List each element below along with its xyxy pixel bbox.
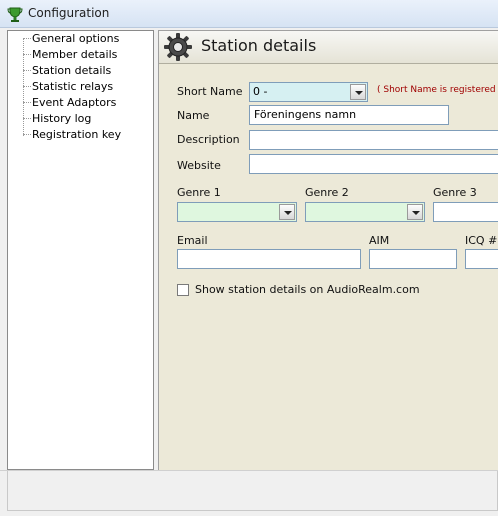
- trophy-icon: [7, 7, 23, 22]
- tree-item-event-adaptors[interactable]: Event Adaptors: [32, 96, 116, 109]
- short-name-combo[interactable]: 0 -: [249, 82, 368, 102]
- tree-item-member-details[interactable]: Member details: [32, 48, 117, 61]
- tree-branch: [23, 86, 31, 87]
- chevron-down-icon[interactable]: [350, 84, 366, 100]
- tree-branch: [23, 70, 31, 71]
- short-name-label: Short Name: [177, 85, 243, 98]
- tree-item-general-options[interactable]: General options: [32, 32, 119, 45]
- email-field[interactable]: [177, 249, 361, 269]
- chevron-down-icon[interactable]: [407, 204, 423, 220]
- tree-branch: [23, 102, 31, 103]
- icq-field[interactable]: [465, 249, 498, 269]
- genre1-label: Genre 1: [177, 186, 221, 199]
- description-field[interactable]: [249, 130, 498, 150]
- tree-item-history-log[interactable]: History log: [32, 112, 91, 125]
- tree-item-registration-key[interactable]: Registration key: [32, 128, 121, 141]
- genre3-label: Genre 3: [433, 186, 477, 199]
- tree-branch: [23, 38, 31, 39]
- name-field[interactable]: Föreningens namn: [249, 105, 449, 125]
- bottom-frame: [7, 471, 498, 511]
- navigation-tree: General options Member details Station d…: [7, 30, 154, 470]
- tree-item-station-details[interactable]: Station details: [32, 64, 111, 77]
- tree-branch: [23, 134, 31, 135]
- genre3-combo[interactable]: [433, 202, 498, 222]
- gear-icon: [164, 33, 192, 61]
- short-name-value: 0 -: [253, 85, 268, 98]
- bottom-bar: [0, 470, 498, 516]
- icq-label: ICQ #: [465, 234, 498, 247]
- show-details-checkbox[interactable]: [177, 284, 189, 296]
- genre1-combo[interactable]: [177, 202, 297, 222]
- panel-header: Station details: [159, 31, 498, 64]
- tree-branch: [23, 118, 31, 119]
- chevron-down-icon[interactable]: [279, 204, 295, 220]
- short-name-note: ( Short Name is registered at A: [377, 85, 498, 95]
- genre2-combo[interactable]: [305, 202, 425, 222]
- description-label: Description: [177, 133, 240, 146]
- show-details-label[interactable]: Show station details on AudioRealm.com: [195, 283, 420, 296]
- tree-item-statistic-relays[interactable]: Statistic relays: [32, 80, 113, 93]
- aim-field[interactable]: [369, 249, 457, 269]
- tree-connector: [23, 38, 24, 136]
- configuration-window: Configuration General options Member det…: [0, 0, 498, 516]
- title-bar: Configuration: [0, 0, 498, 28]
- window-title: Configuration: [28, 6, 110, 20]
- aim-label: AIM: [369, 234, 390, 247]
- station-details-panel: Station details Short Name 0 - ( Short N…: [158, 30, 498, 470]
- panel-title: Station details: [201, 36, 317, 55]
- website-field[interactable]: [249, 154, 498, 174]
- genre2-label: Genre 2: [305, 186, 349, 199]
- tree-branch: [23, 54, 31, 55]
- email-label: Email: [177, 234, 208, 247]
- website-label: Website: [177, 159, 221, 172]
- name-label: Name: [177, 109, 210, 122]
